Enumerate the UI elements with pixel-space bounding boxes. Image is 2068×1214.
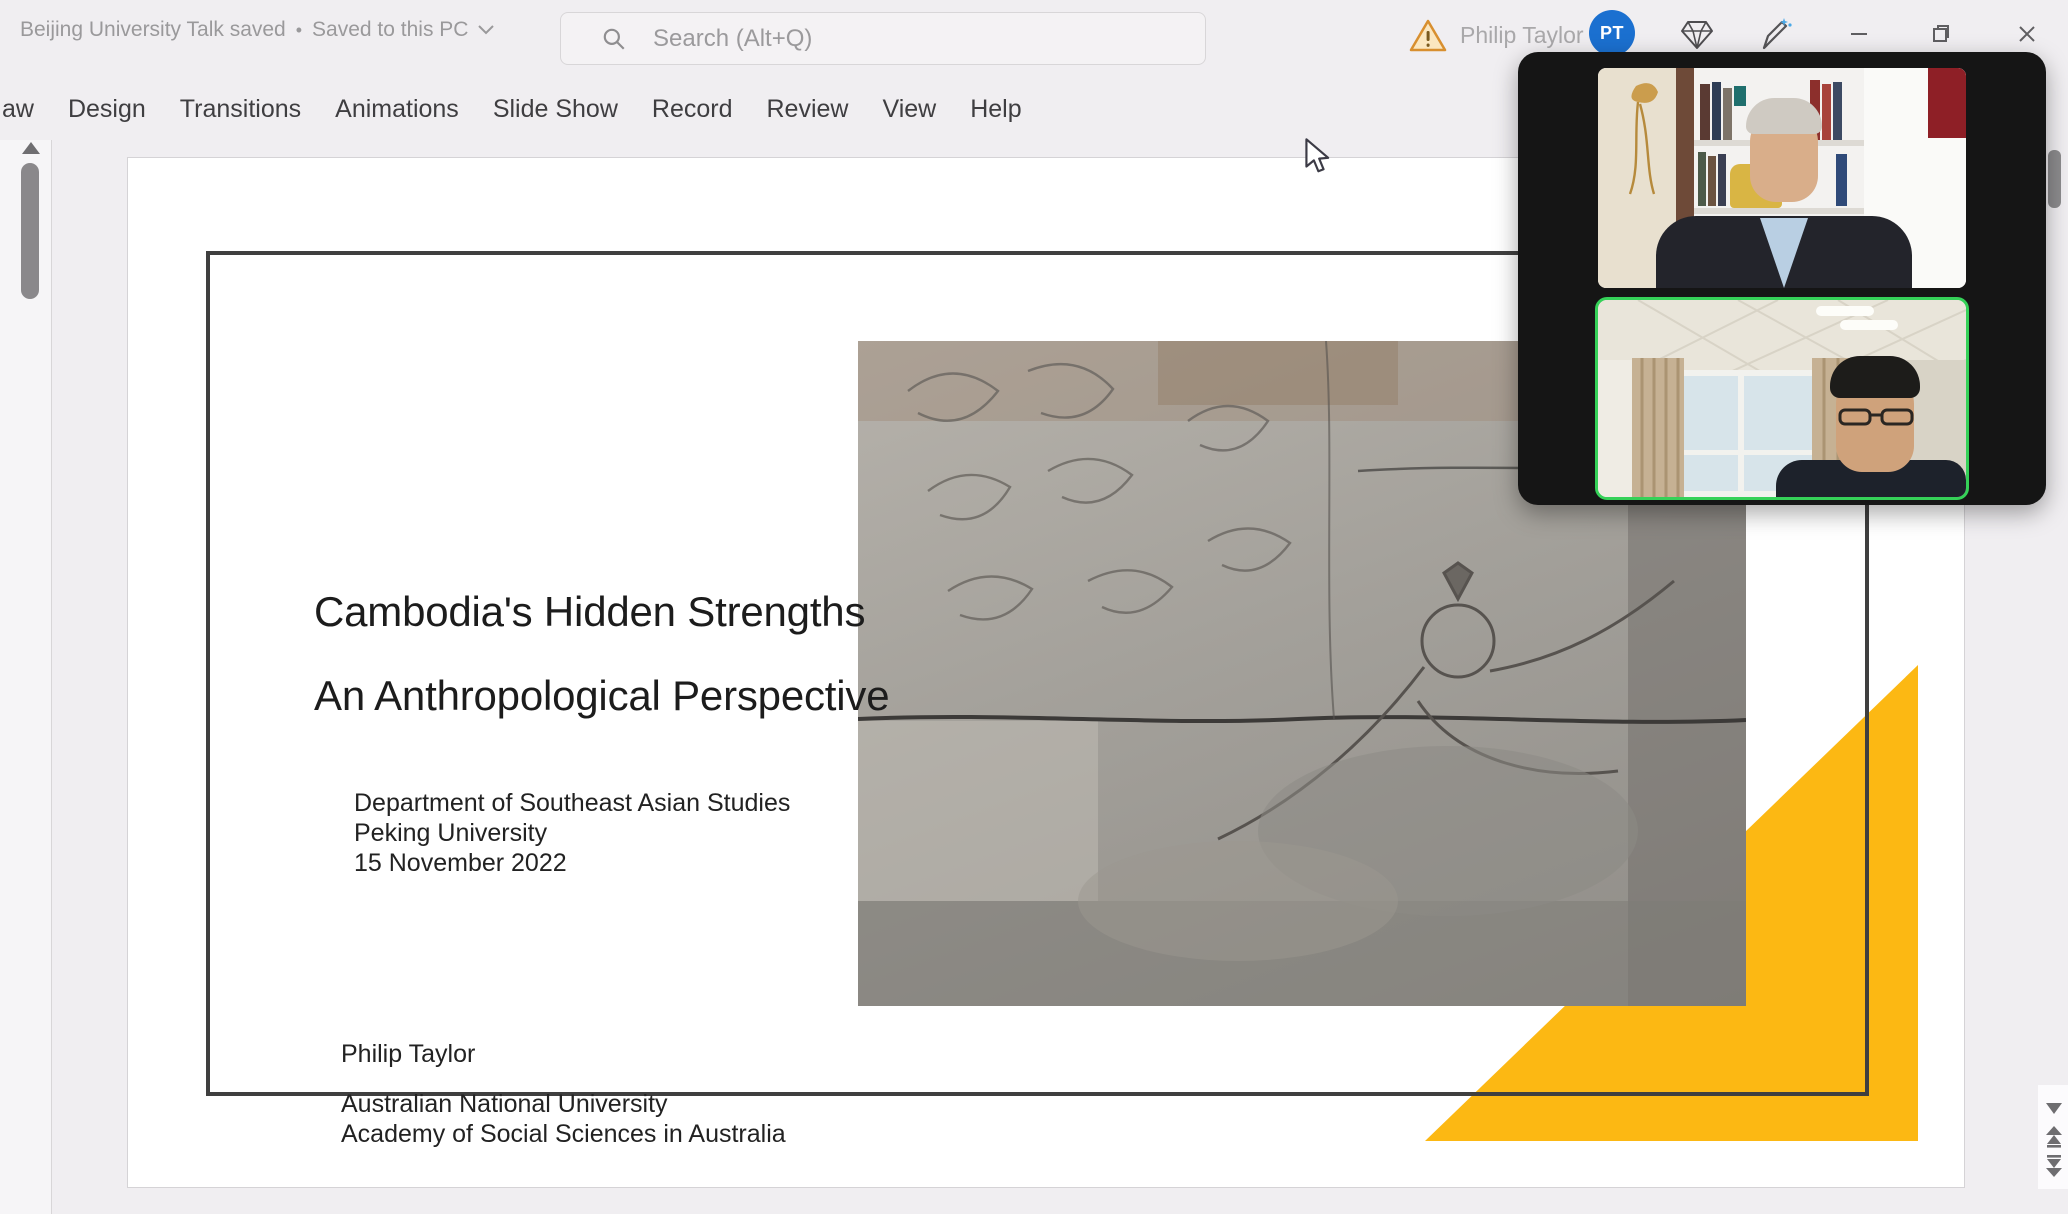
account-avatar[interactable]: PT <box>1589 10 1635 56</box>
tab-help[interactable]: Help <box>970 95 1021 124</box>
venue-text-block[interactable]: Department of Southeast Asian Studies Pe… <box>354 788 790 878</box>
save-location-label[interactable]: Saved to this PC <box>312 18 468 42</box>
shelf-board <box>1694 208 1864 214</box>
previous-slide-button[interactable] <box>2042 1124 2066 1150</box>
tab-view[interactable]: View <box>882 95 936 124</box>
tab-record[interactable]: Record <box>652 95 733 124</box>
minimize-button[interactable] <box>1836 14 1882 54</box>
curtain-left <box>1632 358 1684 497</box>
participant-video-bottom-active[interactable] <box>1595 297 1969 500</box>
close-button[interactable] <box>2004 14 2050 54</box>
venue-line-date: 15 November 2022 <box>354 848 790 878</box>
tab-animations[interactable]: Animations <box>335 95 459 124</box>
mouse-cursor <box>1303 138 1337 176</box>
affiliation-text-block[interactable]: Australian National University Academy o… <box>341 1089 786 1149</box>
previous-slide-icon <box>2045 1126 2063 1148</box>
search-bar[interactable] <box>560 12 1206 65</box>
minimize-icon <box>1849 24 1869 44</box>
book-spine <box>1698 152 1706 206</box>
book-spine <box>1700 84 1710 140</box>
close-icon <box>2017 24 2037 44</box>
venue-line-university: Peking University <box>354 818 790 848</box>
document-name: Beijing University Talk saved <box>20 18 286 42</box>
book-spine <box>1734 86 1746 106</box>
slide-thumbnail-pane <box>0 140 52 1214</box>
glasses-icon <box>1838 408 1914 426</box>
next-slide-button[interactable] <box>2042 1153 2066 1179</box>
participant-video-top[interactable] <box>1598 68 1966 288</box>
editing-pen-icon[interactable] <box>1754 16 1792 52</box>
chevron-down-icon[interactable] <box>478 25 494 35</box>
book-spine <box>1836 154 1847 206</box>
tab-review[interactable]: Review <box>766 95 848 124</box>
ribbon-tab-bar: aw Design Transitions Animations Slide S… <box>2 88 1022 130</box>
affiliation-line-academy: Academy of Social Sciences in Australia <box>341 1119 786 1149</box>
search-input[interactable] <box>651 24 1131 54</box>
participant-bottom-scene <box>1598 300 1966 497</box>
author-name[interactable]: Philip Taylor <box>341 1040 475 1069</box>
tab-slide-show[interactable]: Slide Show <box>493 95 618 124</box>
meeting-video-panel <box>1518 52 2046 505</box>
thumbnail-scrollbar-thumb[interactable] <box>21 163 39 299</box>
red-textile <box>1928 68 1966 138</box>
affiliation-line-anu: Australian National University <box>341 1089 786 1119</box>
tab-design[interactable]: Design <box>68 95 146 124</box>
speaker2-hair <box>1830 356 1920 398</box>
scroll-down-button[interactable] <box>2042 1095 2066 1121</box>
scroll-down-icon <box>2045 1101 2063 1115</box>
book-spine <box>1712 82 1721 140</box>
window-mullion <box>1676 450 1812 455</box>
restore-icon <box>1931 24 1951 44</box>
vertical-scrollbar-thumb[interactable] <box>2048 150 2061 208</box>
account-name[interactable]: Philip Taylor <box>1460 22 1584 49</box>
title-separator: • <box>296 20 302 41</box>
search-icon <box>601 26 627 52</box>
speaker-hair <box>1746 98 1822 134</box>
book-spine <box>1708 156 1716 206</box>
venue-line-department: Department of Southeast Asian Studies <box>354 788 790 818</box>
premium-gem-icon[interactable] <box>1680 20 1714 50</box>
tab-transitions[interactable]: Transitions <box>180 95 301 124</box>
book-spine <box>1718 154 1726 206</box>
restore-button[interactable] <box>1918 14 1964 54</box>
book-spine <box>1822 84 1831 140</box>
warning-icon[interactable] <box>1408 18 1448 54</box>
tab-draw-partial[interactable]: aw <box>2 95 34 124</box>
participant-top-scene <box>1598 68 1966 288</box>
window-mullion <box>1738 376 1744 491</box>
powerpoint-window: Beijing University Talk saved • Saved to… <box>0 0 2068 1214</box>
window-title: Beijing University Talk saved • Saved to… <box>20 18 494 42</box>
thumbnail-scroll-up-icon[interactable] <box>22 142 40 154</box>
slide-title[interactable]: Cambodia's Hidden Strengths <box>314 588 865 636</box>
slide-subtitle[interactable]: An Anthropological Perspective <box>314 672 889 720</box>
book-spine <box>1723 88 1732 140</box>
next-slide-icon <box>2045 1155 2063 1177</box>
flower-art-icon <box>1606 76 1668 196</box>
book-spine <box>1833 82 1842 140</box>
